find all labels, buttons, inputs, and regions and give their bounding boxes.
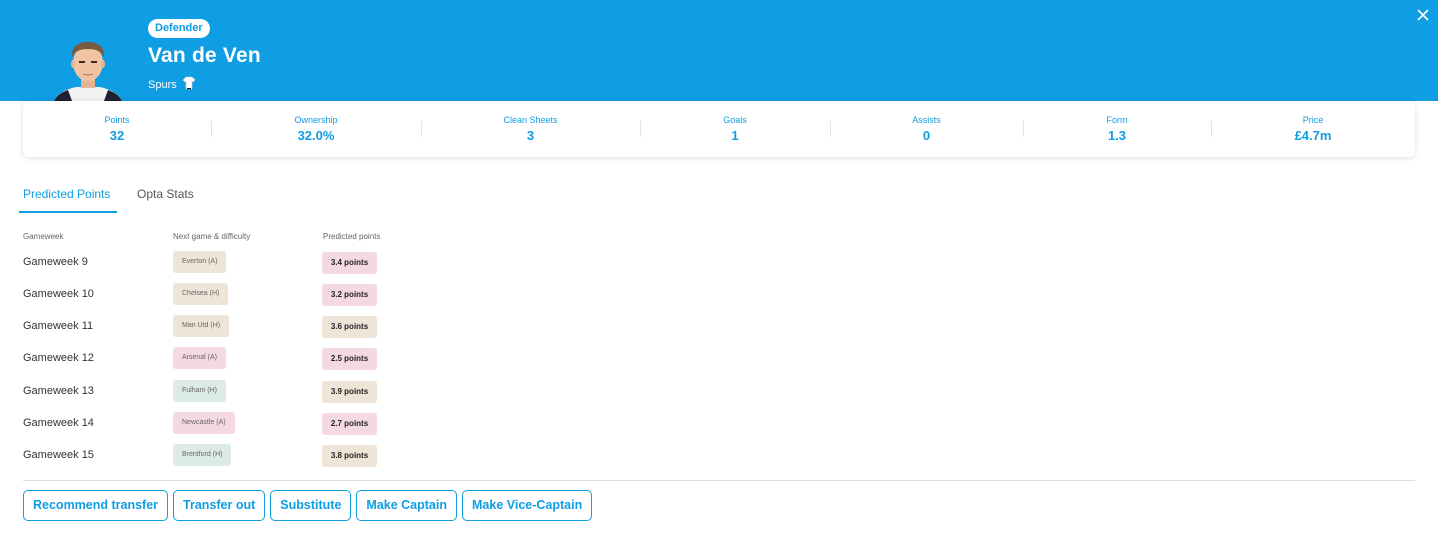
gameweek-label: Gameweek 11 xyxy=(23,320,94,332)
fixture-badge: Fulham (H) xyxy=(173,380,227,402)
predicted-points-badge: 3.8 points xyxy=(322,445,377,467)
stat-ownership: Ownership 32.0% xyxy=(211,101,421,157)
make-captain-button[interactable]: Make Captain xyxy=(356,490,457,521)
team-shirt-icon xyxy=(182,76,196,93)
table-row: Gameweek 12 Arsenal (A) 2.5 points xyxy=(23,347,423,371)
column-header-next-game: Next game & difficulty xyxy=(173,232,251,241)
recommend-transfer-button[interactable]: Recommend transfer xyxy=(23,490,169,521)
tab-opta-stats[interactable]: Opta Stats xyxy=(133,180,198,213)
predicted-points-badge: 3.2 points xyxy=(322,284,377,306)
close-icon[interactable] xyxy=(1415,9,1431,25)
stat-value: 1.3 xyxy=(1107,128,1127,143)
player-name: Van de Ven xyxy=(148,44,261,67)
stat-value: 32.0% xyxy=(297,128,335,143)
substitute-button[interactable]: Substitute xyxy=(270,490,352,521)
column-header-gameweek: Gameweek xyxy=(23,232,64,241)
column-header-predicted-points: Predicted points xyxy=(323,232,381,241)
gameweek-label: Gameweek 14 xyxy=(23,417,94,429)
stat-label: Clean Sheets xyxy=(503,115,558,125)
stat-value: 32 xyxy=(109,128,125,143)
gameweek-label: Gameweek 10 xyxy=(23,288,94,300)
player-avatar xyxy=(52,40,124,101)
stat-price: Price £4.7m xyxy=(1211,101,1415,157)
stat-clean-sheets: Clean Sheets 3 xyxy=(421,101,640,157)
divider xyxy=(23,480,1415,481)
stat-label: Price xyxy=(1302,115,1324,125)
table-row: Gameweek 13 Fulham (H) 3.9 points xyxy=(23,380,423,404)
player-header: Defender Van de Ven Spurs xyxy=(0,0,1438,101)
predicted-points-badge: 2.5 points xyxy=(322,348,377,370)
table-row: Gameweek 14 Newcastle (A) 2.7 points xyxy=(23,412,423,436)
tab-predicted-points[interactable]: Predicted Points xyxy=(19,180,117,213)
predicted-points-badge: 3.6 points xyxy=(322,316,377,338)
predicted-points-badge: 3.9 points xyxy=(322,381,377,403)
fixture-badge: Everton (A) xyxy=(173,251,227,273)
predicted-points-badge: 2.7 points xyxy=(322,413,377,435)
table-row: Gameweek 9 Everton (A) 3.4 points xyxy=(23,251,423,275)
stat-goals: Goals 1 xyxy=(640,101,830,157)
action-bar: Recommend transfer Transfer out Substitu… xyxy=(23,490,593,521)
stats-card: Points 32 Ownership 32.0% Clean Sheets 3… xyxy=(23,101,1415,157)
fixture-badge: Man Utd (H) xyxy=(173,315,230,337)
stat-value: 3 xyxy=(526,128,535,143)
make-vice-captain-button[interactable]: Make Vice-Captain xyxy=(462,490,593,521)
stat-assists: Assists 0 xyxy=(830,101,1023,157)
table-row: Gameweek 15 Brentford (H) 3.8 points xyxy=(23,444,423,468)
tab-bar: Predicted Points Opta Stats xyxy=(19,180,198,213)
gameweek-label: Gameweek 15 xyxy=(23,449,94,461)
stat-value: £4.7m xyxy=(1294,128,1332,143)
position-badge: Defender xyxy=(148,19,210,38)
table-row: Gameweek 11 Man Utd (H) 3.6 points xyxy=(23,315,423,339)
gameweek-label: Gameweek 9 xyxy=(23,256,88,268)
table-row: Gameweek 10 Chelsea (H) 3.2 points xyxy=(23,283,423,307)
fixture-badge: Arsenal (A) xyxy=(173,347,227,369)
fixture-badge: Newcastle (A) xyxy=(173,412,235,434)
fixture-badge: Brentford (H) xyxy=(173,444,232,466)
team-name: Spurs xyxy=(148,78,177,91)
stat-form: Form 1.3 xyxy=(1023,101,1211,157)
fixture-badge: Chelsea (H) xyxy=(173,283,229,305)
team-line: Spurs xyxy=(148,76,196,93)
stat-points: Points 32 xyxy=(23,101,211,157)
predicted-points-badge: 3.4 points xyxy=(322,252,377,274)
gameweek-label: Gameweek 13 xyxy=(23,385,94,397)
transfer-out-button[interactable]: Transfer out xyxy=(173,490,266,521)
stat-value: 0 xyxy=(922,128,931,143)
stat-label: Form xyxy=(1106,115,1128,125)
stat-label: Goals xyxy=(723,115,747,125)
gameweek-label: Gameweek 12 xyxy=(23,352,94,364)
stat-value: 1 xyxy=(731,128,739,143)
stat-label: Assists xyxy=(912,115,941,125)
stat-label: Ownership xyxy=(294,115,338,125)
stat-label: Points xyxy=(104,115,130,125)
